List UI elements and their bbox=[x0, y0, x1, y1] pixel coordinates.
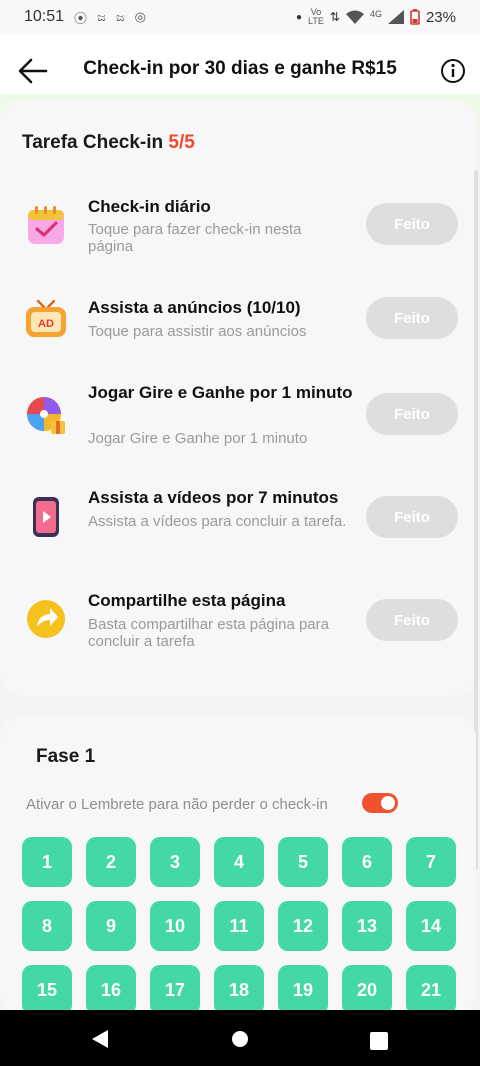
task-description: Toque para fazer check-in nesta página bbox=[88, 221, 302, 255]
task-description: Jogar Gire e Ganhe por 1 minuto bbox=[88, 430, 308, 447]
signal-icon bbox=[387, 10, 404, 24]
fingerprint-icon: ◎ bbox=[134, 9, 146, 24]
tasks-progress-count: 5/5 bbox=[168, 132, 195, 153]
day-cell[interactable]: 3 bbox=[150, 837, 200, 887]
task-done-button[interactable]: Feito bbox=[366, 599, 458, 641]
day-cell[interactable]: 6 bbox=[342, 837, 392, 887]
task-done-button[interactable]: Feito bbox=[366, 203, 458, 245]
status-bar: 10:51 ⦿ ಜ ಜ ◎ ● Vo LTE ⇅ 4G 23% bbox=[0, 0, 480, 34]
page-title: Check-in por 30 dias e ganhe R$15 bbox=[83, 58, 397, 79]
ad-tv-icon: AD bbox=[26, 299, 66, 337]
reminder-toggle[interactable] bbox=[362, 793, 398, 813]
day-cell[interactable]: 17 bbox=[150, 965, 200, 1015]
task-description: Basta compartilhar esta página para conc… bbox=[88, 616, 329, 650]
day-cell[interactable]: 8 bbox=[22, 901, 72, 951]
system-nav-bar bbox=[0, 1010, 480, 1066]
notification-icon-2: ಜ bbox=[115, 9, 125, 24]
share-arrow-icon bbox=[27, 600, 65, 638]
phase-title: Fase 1 bbox=[36, 746, 96, 767]
day-cell[interactable]: 19 bbox=[278, 965, 328, 1015]
task-name: Compartilhe esta página bbox=[88, 591, 286, 610]
task-name: Assista a vídeos por 7 minutos bbox=[88, 488, 339, 507]
status-time: 10:51 bbox=[24, 8, 65, 25]
volte-indicator: Vo LTE bbox=[308, 7, 324, 26]
video-phone-icon bbox=[33, 497, 59, 537]
day-cell[interactable]: 13 bbox=[342, 901, 392, 951]
day-cell[interactable]: 7 bbox=[406, 837, 456, 887]
nav-back-icon[interactable] bbox=[92, 1030, 110, 1048]
day-cell[interactable]: 20 bbox=[342, 965, 392, 1015]
task-name: Assista a anúncios (10/10) bbox=[88, 298, 301, 317]
task-name: Jogar Gire e Ganhe por 1 minuto bbox=[88, 383, 353, 402]
data-transfer-icon: ⇅ bbox=[329, 10, 340, 24]
day-cell[interactable]: 14 bbox=[406, 901, 456, 951]
wifi-icon bbox=[345, 10, 364, 24]
dot-icon: ● bbox=[296, 11, 303, 23]
nav-recents-icon[interactable] bbox=[370, 1032, 388, 1050]
nav-home-icon[interactable] bbox=[232, 1031, 248, 1047]
svg-text:AD: AD bbox=[38, 318, 54, 330]
day-cell[interactable]: 11 bbox=[214, 901, 264, 951]
battery-level: 23% bbox=[425, 8, 456, 26]
task-name: Check-in diário bbox=[88, 197, 211, 216]
day-cell[interactable]: 4 bbox=[214, 837, 264, 887]
task-done-button[interactable]: Feito bbox=[366, 393, 458, 435]
screen-record-icon: ⦿ bbox=[74, 10, 88, 26]
network-type: 4G bbox=[369, 9, 382, 19]
checkin-tasks-card: Tarefa Check-in 5/5 Check-in diário Toqu… bbox=[0, 100, 476, 696]
day-cell[interactable]: 9 bbox=[86, 901, 136, 951]
battery-icon bbox=[410, 9, 420, 25]
reminder-label: Ativar o Lembrete para não perder o chec… bbox=[26, 796, 328, 813]
phase-card: Fase 1 Ativar o Lembrete para não perder… bbox=[0, 716, 476, 1016]
day-cell[interactable]: 16 bbox=[86, 965, 136, 1015]
info-icon[interactable] bbox=[440, 58, 466, 84]
day-cell[interactable]: 15 bbox=[22, 965, 72, 1015]
day-cell[interactable]: 1 bbox=[22, 837, 72, 887]
day-cell[interactable]: 21 bbox=[406, 965, 456, 1015]
toggle-knob bbox=[381, 796, 395, 810]
tasks-card-title: Tarefa Check-in 5/5 bbox=[22, 132, 195, 153]
day-cell[interactable]: 18 bbox=[214, 965, 264, 1015]
day-cell[interactable]: 2 bbox=[86, 837, 136, 887]
notification-icon: ಜ bbox=[97, 9, 106, 24]
day-grid: 1 2 3 4 5 6 7 8 9 10 11 12 13 14 15 16 17 18 19 20 21 bbox=[22, 837, 458, 1015]
task-done-button[interactable]: Feito bbox=[366, 297, 458, 339]
day-cell[interactable]: 12 bbox=[278, 901, 328, 951]
day-cell[interactable]: 10 bbox=[150, 901, 200, 951]
spin-wheel-icon bbox=[27, 397, 65, 434]
calendar-check-icon bbox=[28, 206, 64, 244]
task-description: Toque para assistir aos anúncios bbox=[88, 323, 307, 340]
task-done-button[interactable]: Feito bbox=[366, 496, 458, 538]
day-cell[interactable]: 5 bbox=[278, 837, 328, 887]
task-description: Assista a vídeos para concluir a tarefa. bbox=[88, 513, 347, 530]
